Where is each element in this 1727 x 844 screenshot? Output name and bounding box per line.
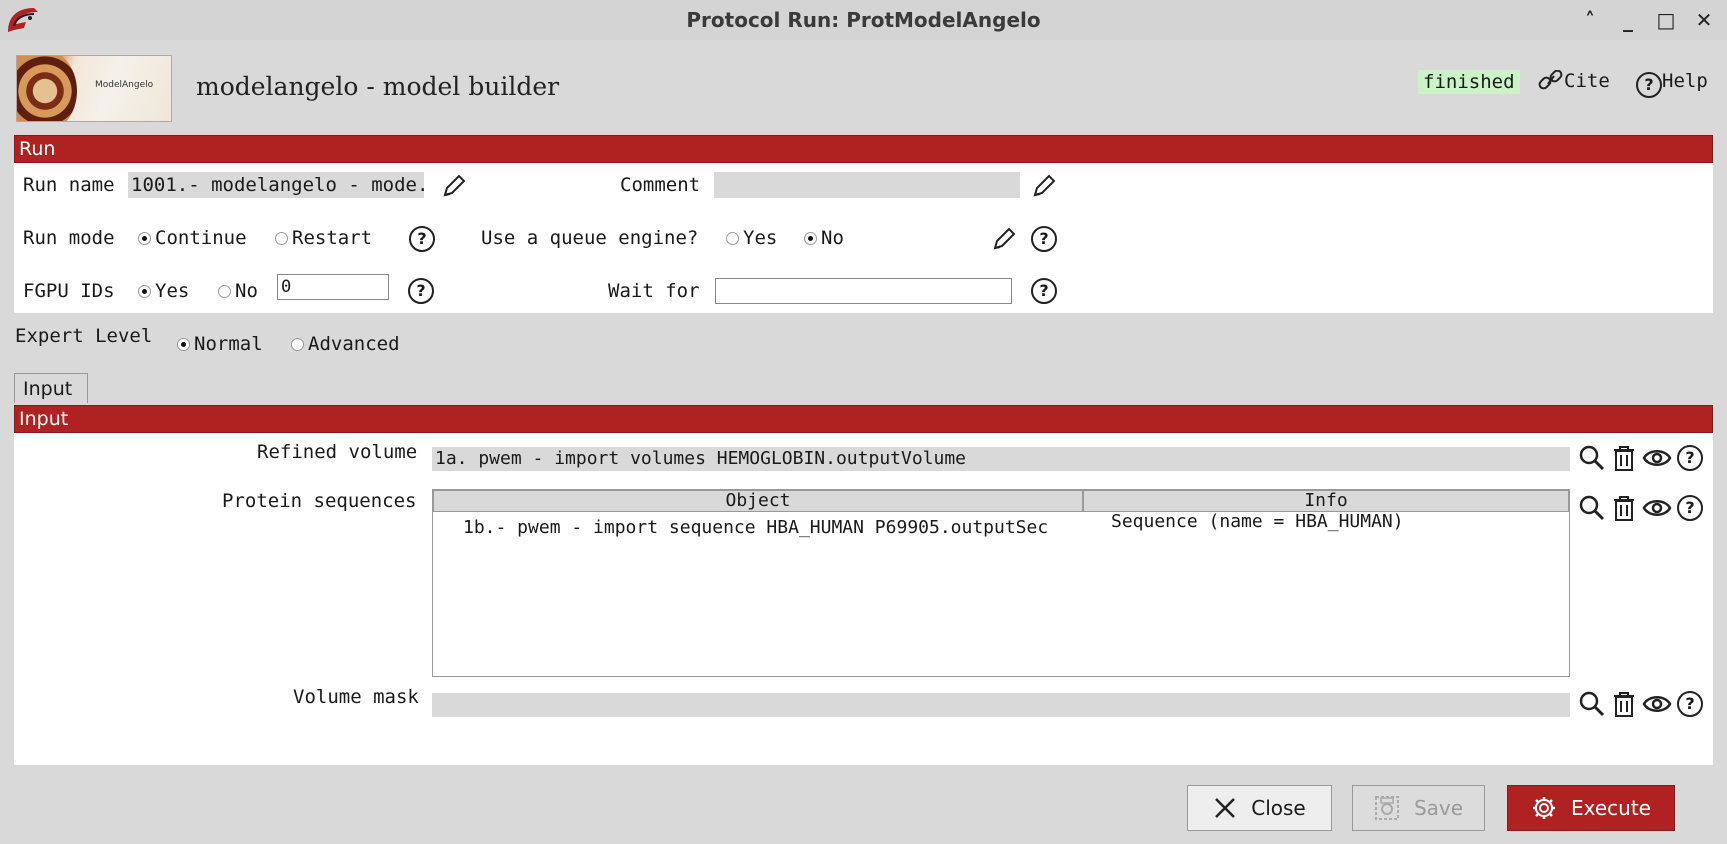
protein-sequences-table[interactable]: Object Info 1b.- pwem - import sequence …	[432, 489, 1570, 677]
close-button[interactable]: Close	[1187, 785, 1332, 831]
close-window-icon[interactable]: ✕	[1690, 6, 1718, 34]
gpu-ids-label: FGPU IDs	[23, 280, 115, 302]
expert-level-label: Expert Level	[15, 325, 153, 347]
comment-field[interactable]	[714, 172, 1020, 198]
volume-mask-actions: ?	[1578, 690, 1708, 720]
help-link[interactable]: ? Help	[1636, 70, 1708, 98]
refined-volume-field[interactable]: 1a. pwem - import volumes HEMOGLOBIN.out…	[432, 447, 1570, 471]
status-badge: finished	[1418, 70, 1520, 94]
maximize-icon[interactable]: □	[1652, 6, 1680, 34]
gpu-ids-input[interactable]: 0	[277, 274, 389, 300]
trash-icon[interactable]	[1611, 494, 1637, 522]
run-mode-label: Run mode	[23, 227, 115, 249]
run-mode-continue-radio[interactable]: Continue	[138, 227, 247, 249]
wait-for-input[interactable]	[715, 278, 1012, 304]
run-mode-help-icon[interactable]: ?	[409, 226, 435, 252]
queue-help-icon[interactable]: ?	[1031, 226, 1057, 252]
run-mode-restart-radio[interactable]: Restart	[275, 227, 372, 249]
cite-label: Cite	[1564, 70, 1610, 92]
volume-mask-label: Volume mask	[293, 686, 419, 708]
protocol-logo-image: ModelAngelo	[16, 55, 172, 122]
wait-for-label: Wait for	[608, 280, 700, 302]
protocol-title: modelangelo - model builder	[196, 72, 560, 101]
execute-button[interactable]: Execute	[1507, 785, 1675, 831]
expert-advanced-radio[interactable]: Advanced	[291, 333, 400, 355]
protein-sequences-actions: ?	[1578, 494, 1708, 524]
table-header-info[interactable]: Info	[1083, 490, 1569, 512]
gpu-yes-radio[interactable]: Yes	[138, 280, 189, 302]
queue-no-radio[interactable]: No	[804, 227, 844, 249]
chevron-up-icon[interactable]: ˄	[1576, 6, 1604, 34]
save-button[interactable]: Save	[1352, 785, 1485, 831]
gear-icon	[1533, 797, 1555, 819]
comment-pencil-icon[interactable]	[1030, 172, 1058, 200]
table-row-object[interactable]: 1b.- pwem - import sequence HBA_HUMAN P6…	[463, 517, 1081, 538]
minimize-icon[interactable]: _	[1614, 6, 1642, 34]
refined-volume-actions: ?	[1578, 444, 1708, 474]
run-section-header: Run	[14, 135, 1713, 163]
gpu-no-radio[interactable]: No	[218, 280, 258, 302]
cite-link[interactable]: Cite	[1538, 69, 1610, 92]
volume-mask-field[interactable]	[432, 693, 1570, 717]
save-button-label: Save	[1413, 796, 1464, 820]
wait-for-help-icon[interactable]: ?	[1031, 278, 1057, 304]
help-circle-icon: ?	[1636, 72, 1662, 98]
run-name-label: Run name	[23, 174, 115, 196]
queue-yes-radio[interactable]: Yes	[726, 227, 777, 249]
close-button-label: Close	[1251, 796, 1306, 820]
protein-sequences-help-icon[interactable]: ?	[1677, 495, 1703, 521]
help-label: Help	[1662, 70, 1708, 92]
table-row-info[interactable]: Sequence (name = HBA_HUMAN)	[1111, 511, 1567, 532]
eye-icon[interactable]	[1642, 444, 1672, 472]
tab-input[interactable]: Input	[14, 373, 88, 403]
pencil-icon[interactable]	[440, 172, 468, 200]
protein-sequences-label: Protein sequences	[222, 490, 417, 512]
gpu-help-icon[interactable]: ?	[408, 278, 434, 304]
table-header-object[interactable]: Object	[433, 490, 1083, 512]
window-title: Protocol Run: ProtModelAngelo	[686, 8, 1041, 32]
trash-icon[interactable]	[1611, 690, 1637, 718]
eye-icon[interactable]	[1642, 494, 1672, 522]
save-icon	[1374, 796, 1399, 820]
expert-normal-radio[interactable]: Normal	[177, 333, 263, 355]
queue-pencil-icon[interactable]	[990, 225, 1018, 253]
close-icon	[1215, 798, 1236, 818]
run-name-field[interactable]: 1001.- modelangelo - mode.	[128, 172, 424, 198]
link-icon	[1538, 69, 1563, 90]
search-icon[interactable]	[1578, 494, 1606, 522]
refined-volume-help-icon[interactable]: ?	[1677, 445, 1703, 471]
execute-button-label: Execute	[1571, 796, 1651, 820]
comment-label: Comment	[620, 174, 701, 196]
input-section-header: Input	[14, 405, 1713, 433]
volume-mask-help-icon[interactable]: ?	[1677, 691, 1703, 717]
trash-icon[interactable]	[1611, 444, 1637, 472]
eye-icon[interactable]	[1642, 690, 1672, 718]
search-icon[interactable]	[1578, 444, 1606, 472]
search-icon[interactable]	[1578, 690, 1606, 718]
window-titlebar: Protocol Run: ProtModelAngelo ˄ _ □ ✕	[0, 0, 1727, 40]
refined-volume-label: Refined volume	[257, 441, 418, 463]
queue-label: Use a queue engine?	[481, 227, 699, 249]
